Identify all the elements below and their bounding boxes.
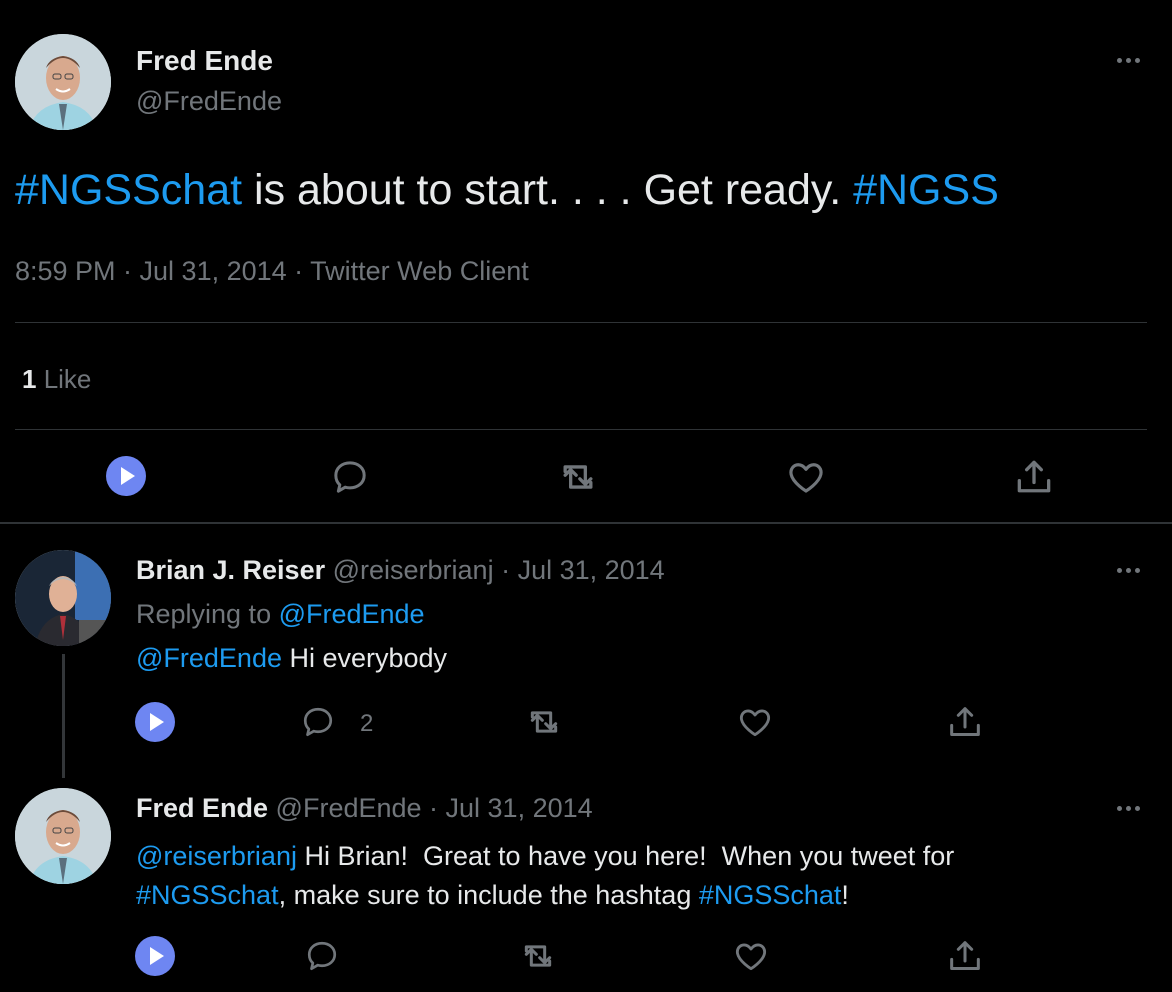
avatar[interactable] [15, 34, 111, 130]
tweet-date[interactable]: · Jul 31, 2014 [494, 555, 665, 585]
reply-icon[interactable] [298, 702, 338, 742]
author-handle[interactable]: @FredEnde [136, 86, 282, 117]
replying-to-label: Replying to [136, 599, 279, 629]
share-icon[interactable] [1012, 455, 1056, 499]
tweet-body-text: is about to start. . . . Get ready. [242, 166, 854, 214]
more-options-icon[interactable] [1112, 562, 1144, 578]
avatar-image-fred [15, 788, 111, 884]
divider [0, 522, 1172, 524]
hashtag-link[interactable]: #NGSS [853, 166, 999, 214]
author-name[interactable]: Fred Ende [136, 793, 268, 823]
tweet-date[interactable]: · Jul 31, 2014 [422, 793, 593, 823]
replying-to: Replying to @FredEnde [136, 599, 425, 630]
reply-icon[interactable] [302, 936, 342, 976]
play-button[interactable] [106, 456, 146, 496]
divider [15, 429, 1147, 430]
reply-icon[interactable] [328, 455, 372, 499]
reply-header: Brian J. Reiser @reiserbrianj · Jul 31, … [136, 555, 665, 586]
avatar[interactable] [15, 550, 111, 646]
mention-link[interactable]: @reiserbrianj [136, 841, 297, 871]
hashtag-link[interactable]: #NGSSchat [136, 880, 279, 910]
share-icon[interactable] [945, 702, 985, 742]
tweet-text: @reiserbrianj Hi Brian! Great to have yo… [136, 837, 1136, 915]
tweet-body-text: ! [841, 880, 849, 910]
likes-stat[interactable]: 1 Like [22, 364, 91, 395]
mention-link[interactable]: @FredEnde [136, 643, 282, 673]
avatar[interactable] [15, 788, 111, 884]
divider [15, 322, 1147, 323]
tweet-meta[interactable]: 8:59 PM · Jul 31, 2014 · Twitter Web Cli… [15, 256, 529, 287]
likes-count: 1 [22, 364, 37, 394]
likes-label: Like [36, 364, 92, 394]
retweet-icon[interactable] [524, 702, 564, 742]
play-button[interactable] [135, 936, 175, 976]
author-name[interactable]: Fred Ende [136, 45, 273, 77]
like-icon[interactable] [784, 455, 828, 499]
reply-header: Fred Ende @FredEnde · Jul 31, 2014 [136, 793, 593, 824]
author-name[interactable]: Brian J. Reiser [136, 555, 325, 585]
like-icon[interactable] [735, 702, 775, 742]
like-icon[interactable] [731, 936, 771, 976]
tweet-body-text: , make sure to include the hashtag [278, 880, 699, 910]
retweet-icon[interactable] [518, 936, 558, 976]
tweet-text: @FredEnde Hi everybody [136, 643, 447, 674]
mention-link[interactable]: @FredEnde [279, 599, 425, 629]
author-handle[interactable]: @FredEnde [276, 793, 422, 823]
hashtag-link[interactable]: #NGSSchat [15, 166, 242, 214]
more-options-icon[interactable] [1112, 800, 1144, 816]
hashtag-link[interactable]: #NGSSchat [699, 880, 842, 910]
avatar-image-brian [15, 550, 111, 646]
more-options-icon[interactable] [1112, 52, 1144, 68]
play-button[interactable] [135, 702, 175, 742]
thread-connector [62, 654, 65, 778]
share-icon[interactable] [945, 936, 985, 976]
retweet-icon[interactable] [556, 455, 600, 499]
author-handle[interactable]: @reiserbrianj [333, 555, 494, 585]
avatar-image-fred [15, 34, 111, 130]
tweet-body-text: Hi Brian! Great to have you here! When y… [296, 841, 955, 871]
tweet-text: #NGSSchat is about to start. . . . Get r… [15, 166, 999, 215]
tweet-body-text: Hi everybody [281, 643, 448, 673]
reply-count: 2 [360, 710, 374, 737]
